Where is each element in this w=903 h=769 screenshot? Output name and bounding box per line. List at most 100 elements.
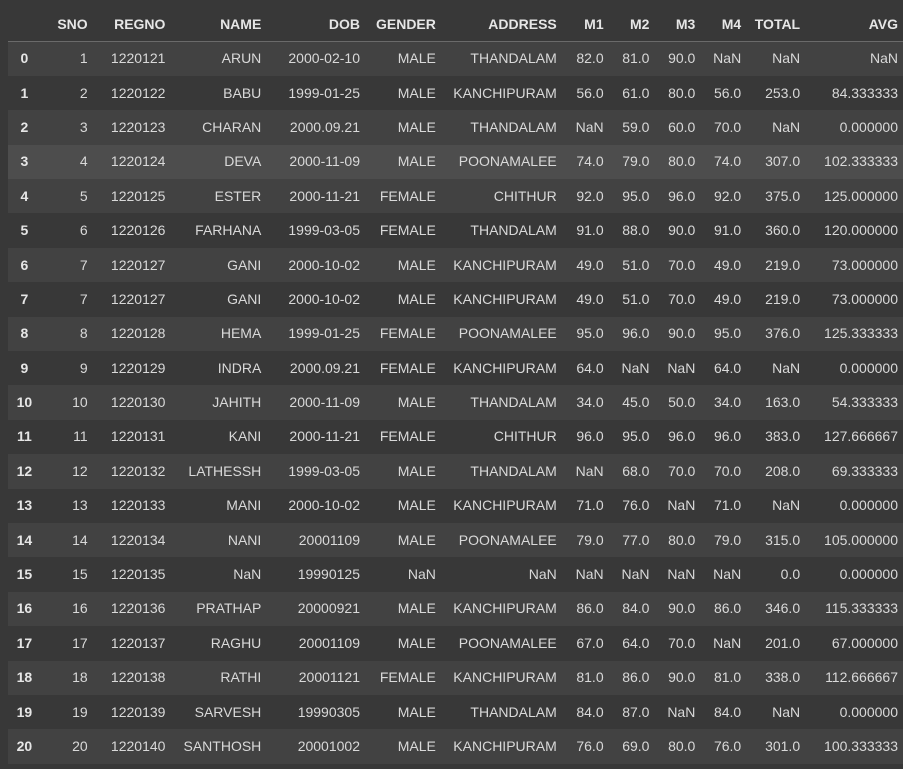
row-index: 9: [20, 359, 29, 376]
row-index: 0: [20, 50, 29, 67]
table-cell: 315.0: [765, 531, 801, 548]
table-row: 5 6 1220126 FARHANA 1999-03-05 FEMALE THANDALA…: [8, 213, 903, 248]
table-cell: NANI: [227, 531, 262, 548]
row-index: 11: [17, 428, 32, 445]
table-cell: 1220137: [110, 634, 166, 651]
table-cell: 74.0: [576, 153, 604, 170]
table-cell: 16: [72, 600, 88, 617]
row-index: 8: [20, 325, 29, 342]
table-cell: 105.000000: [824, 531, 898, 548]
table-row: 13 13 1220133 MANI 2000-10-02 MALE KANCHIPURAM…: [8, 488, 903, 523]
table-cell: 84.333333: [831, 84, 898, 101]
table-cell: 14: [72, 531, 88, 548]
table-cell: 84.0: [713, 703, 742, 720]
table-cell: 20001121: [298, 669, 360, 686]
table-cell: CHARAN: [202, 118, 262, 135]
row-index: 17: [16, 634, 33, 651]
table-cell: 80.0: [668, 153, 696, 170]
table-cell: KANCHIPURAM: [453, 256, 557, 273]
table-cell: 70.0: [668, 256, 696, 273]
table-cell: NaN: [772, 703, 801, 720]
table-cell: 2000-10-02: [288, 256, 360, 273]
table-cell: NaN: [621, 359, 650, 376]
table-cell: 95.0: [622, 187, 650, 204]
table-row: 11 11 1220131 KANI 2000-11-21 FEMALE CHITHUR 96…: [8, 419, 903, 455]
table-cell: 1220130: [110, 394, 166, 411]
table-cell: NaN: [869, 50, 898, 67]
table-cell: 3: [79, 118, 88, 135]
table-cell: 1220135: [110, 566, 166, 583]
table-cell: THANDALAM: [470, 462, 557, 479]
table-cell: 1220132: [110, 462, 166, 479]
table-cell: ESTER: [214, 187, 262, 204]
table-cell: NaN: [772, 497, 801, 514]
table-cell: 96.0: [668, 428, 696, 445]
table-cell: 76.0: [622, 497, 650, 514]
table-cell: 12: [72, 462, 88, 479]
table-cell: MALE: [397, 497, 436, 514]
table-cell: MALE: [397, 394, 436, 411]
table-cell: 70.0: [668, 634, 696, 651]
table-cell: MALE: [397, 634, 436, 651]
table-cell: 18: [72, 669, 88, 686]
table-cell: 0.000000: [839, 359, 898, 376]
table-cell: NaN: [233, 566, 262, 583]
table-row: 1 2 1220122 BABU 1999-01-25 MALE KANCHIPURAM 56…: [8, 75, 903, 111]
table-cell: 1999-01-25: [288, 84, 360, 101]
table-cell: 67.000000: [831, 634, 898, 651]
dataframe-output: SNO REGNO NAME DOB GENDER ADDRESS M1 M2 …: [0, 0, 903, 769]
table-cell: NaN: [713, 50, 742, 67]
table-cell: 0.000000: [839, 703, 898, 720]
column-header: M3: [654, 8, 701, 42]
table-cell: 7: [79, 256, 88, 273]
table-cell: 90.0: [668, 222, 696, 239]
table-cell: 92.0: [713, 187, 742, 204]
table-cell: 80.0: [668, 84, 696, 101]
table-cell: FEMALE: [379, 222, 436, 239]
table-cell: 112.666667: [825, 669, 898, 686]
table-cell: 1220125: [110, 187, 166, 204]
column-header: REGNO: [92, 8, 171, 42]
table-cell: 1220133: [110, 497, 166, 514]
table-cell: 68.0: [622, 462, 650, 479]
table-cell: 376.0: [765, 325, 801, 342]
table-cell: 1220123: [110, 118, 166, 135]
table-cell: INDRA: [217, 359, 262, 376]
table-cell: THANDALAM: [470, 394, 557, 411]
table-cell: 2000-11-09: [289, 153, 360, 170]
table-cell: 208.0: [765, 462, 801, 479]
table-cell: 219.0: [765, 290, 801, 307]
table-cell: KANCHIPURAM: [453, 359, 557, 376]
table-cell: ARUN: [221, 50, 262, 67]
column-header: M4: [700, 8, 747, 42]
table-cell: 49.0: [713, 290, 742, 307]
table-row: 7 7 1220127 GANI 2000-10-02 MALE KANCHIPURAM 49…: [8, 282, 903, 317]
table-cell: NaN: [575, 118, 604, 135]
table-cell: 90.0: [668, 50, 696, 67]
table-cell: NaN: [667, 497, 696, 514]
row-index: 10: [16, 394, 33, 411]
table-cell: 1220127: [110, 256, 166, 273]
table-cell: 73.000000: [831, 290, 898, 307]
table-cell: 91.0: [713, 222, 742, 239]
table-cell: 1220129: [110, 359, 166, 376]
table-cell: NaN: [667, 703, 696, 720]
table-row: 17 17 1220137 RAGHU 20001109 MALE POONAMALEE 67…: [8, 626, 903, 661]
table-cell: 64.0: [713, 359, 742, 376]
column-header: M1: [561, 8, 609, 42]
table-cell: 95.0: [576, 325, 604, 342]
table-cell: KANCHIPURAM: [453, 600, 557, 617]
table-cell: SARVESH: [194, 703, 262, 720]
table-row: 19 19 1220139 SARVESH 19990305 MALE THANDALAM 8…: [8, 694, 903, 730]
table-cell: RAGHU: [210, 634, 262, 651]
table-cell: 95.0: [622, 428, 650, 445]
table-cell: NaN: [713, 566, 742, 583]
table-cell: 70.0: [713, 118, 742, 135]
table-cell: POONAMALEE: [458, 325, 557, 342]
table-cell: KANCHIPURAM: [453, 497, 557, 514]
table-cell: KANCHIPURAM: [453, 290, 557, 307]
table-cell: 56.0: [713, 84, 742, 101]
table-cell: 8: [79, 325, 88, 342]
dataframe-table: SNO REGNO NAME DOB GENDER ADDRESS M1 M2 …: [8, 8, 903, 764]
table-cell: 45.0: [622, 394, 650, 411]
